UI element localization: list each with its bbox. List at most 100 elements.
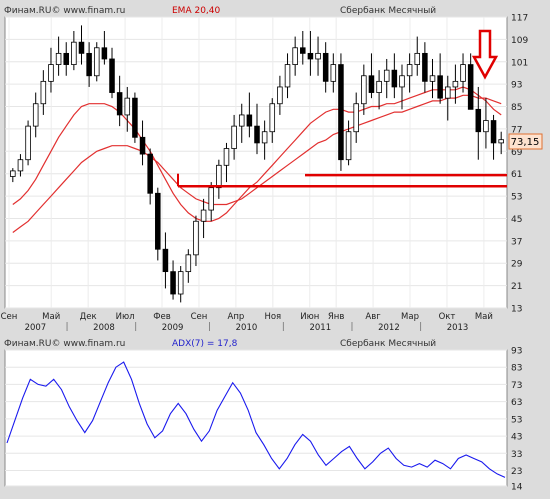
candle-body — [467, 64, 474, 110]
candle-body — [338, 64, 344, 161]
price-y-tick: 45 — [511, 215, 522, 225]
candle-body — [277, 86, 283, 105]
adx-panel: Финам.RU© www.finam.ru ADX(7) = 17,8 Сбе… — [4, 339, 523, 493]
candle-body — [48, 64, 54, 82]
price-y-tick: 61 — [511, 170, 522, 180]
candle-body — [216, 164, 222, 189]
candle-body — [155, 192, 161, 250]
price-y-axis: 1321293745536169778593101109117 — [511, 14, 528, 315]
candle-body — [185, 254, 192, 273]
candle-body — [55, 52, 62, 65]
candle-body — [261, 131, 268, 144]
adx-y-tick: 53 — [511, 415, 522, 425]
candle-body — [25, 125, 31, 161]
candle — [132, 92, 138, 143]
adx-y-tick: 43 — [511, 433, 522, 443]
price-month-label: Авг — [365, 312, 381, 322]
candle-body — [208, 187, 214, 211]
candle-body — [78, 41, 85, 54]
candle-body — [71, 41, 77, 65]
price-month-label: Апр — [228, 312, 245, 322]
candle-body — [376, 80, 382, 93]
price-y-tick: 85 — [511, 103, 522, 113]
candle-body — [330, 64, 337, 82]
candle-body — [414, 52, 421, 65]
price-year-label: 2008 — [93, 323, 115, 333]
candle-body — [475, 108, 482, 133]
candle-body — [147, 153, 153, 194]
candle-body — [170, 271, 176, 295]
price-x-axis: Сен Май Дек Июл Фев Сен Апр Ноя Июн Янв Авг Мар Окт М… — [1, 312, 493, 333]
candle-body — [32, 103, 39, 127]
candle-body — [93, 47, 100, 77]
price-header-source: Финам.RU© www.finam.ru — [4, 6, 125, 16]
price-year-label: 2012 — [378, 323, 400, 333]
price-month-label: Июн — [300, 312, 319, 322]
price-panel: Финам.RU© www.finam.ru EMA 20,40 Сбербан… — [1, 6, 543, 333]
candle-body — [139, 136, 146, 155]
candle-body — [300, 47, 306, 54]
price-y-tick: 117 — [511, 14, 528, 24]
candle-body — [490, 120, 497, 144]
candle-body — [231, 125, 237, 149]
candle-body — [460, 64, 466, 82]
price-y-tick: 13 — [511, 305, 522, 315]
candle-body — [452, 80, 459, 88]
last-price-text: 73,15 — [511, 137, 540, 148]
candle-body — [292, 47, 298, 65]
candle — [93, 42, 100, 82]
adx-y-tick: 63 — [511, 398, 522, 408]
price-month-label: Ноя — [264, 312, 281, 322]
price-year-label: 2013 — [447, 323, 469, 333]
candle-body — [437, 75, 443, 99]
price-month-label: Сен — [1, 312, 18, 322]
last-price-badge: 73,15 — [508, 133, 543, 150]
candle-body — [200, 209, 207, 222]
candle-body — [86, 52, 92, 77]
candle-body — [345, 131, 352, 161]
candle-body — [422, 52, 428, 82]
candle — [25, 120, 31, 166]
adx-y-tick: 14 — [511, 483, 523, 493]
price-year-label: 2011 — [309, 323, 331, 333]
price-y-tick: 29 — [511, 260, 523, 270]
candle-body — [399, 75, 405, 88]
price-month-label: Окт — [439, 312, 456, 322]
price-month-label: Фев — [153, 312, 171, 322]
candle-body — [269, 103, 276, 133]
candle — [338, 53, 344, 171]
adx-y-tick: 73 — [511, 381, 522, 391]
candle-body — [162, 248, 169, 273]
candle-body — [101, 47, 108, 60]
candle-body — [238, 114, 245, 127]
candle-body — [383, 69, 390, 82]
price-plot-area — [4, 16, 508, 309]
price-y-tick: 21 — [511, 282, 522, 292]
candle-body — [177, 271, 184, 295]
candle-body — [406, 64, 413, 77]
adx-y-tick: 83 — [511, 364, 522, 374]
adx-y-axis: 14 23 33 43 53 63 73 83 93 — [511, 347, 523, 493]
adx-header-title: Сбербанк Месячный — [340, 339, 436, 349]
price-month-label: Июл — [116, 312, 135, 322]
price-y-tick: 53 — [511, 193, 522, 203]
candle-body — [254, 125, 260, 144]
price-y-tick: 93 — [511, 81, 522, 91]
price-month-label: Май — [475, 312, 493, 322]
candle-body — [10, 170, 16, 177]
candle-body — [109, 58, 115, 93]
candle-body — [315, 52, 321, 60]
adx-y-tick: 93 — [511, 347, 522, 357]
candle-body — [284, 64, 291, 88]
candle-body — [223, 148, 230, 166]
price-year-label: 2007 — [25, 323, 47, 333]
candle-body — [307, 52, 314, 60]
price-y-tick: 101 — [511, 58, 528, 68]
candle-body — [361, 75, 367, 105]
candle-body — [124, 97, 131, 116]
price-year-label: 2009 — [162, 323, 184, 333]
price-month-label: Дек — [80, 312, 97, 322]
price-month-label: Янв — [328, 312, 344, 322]
candle-body — [445, 86, 451, 99]
candle-body — [322, 52, 329, 82]
